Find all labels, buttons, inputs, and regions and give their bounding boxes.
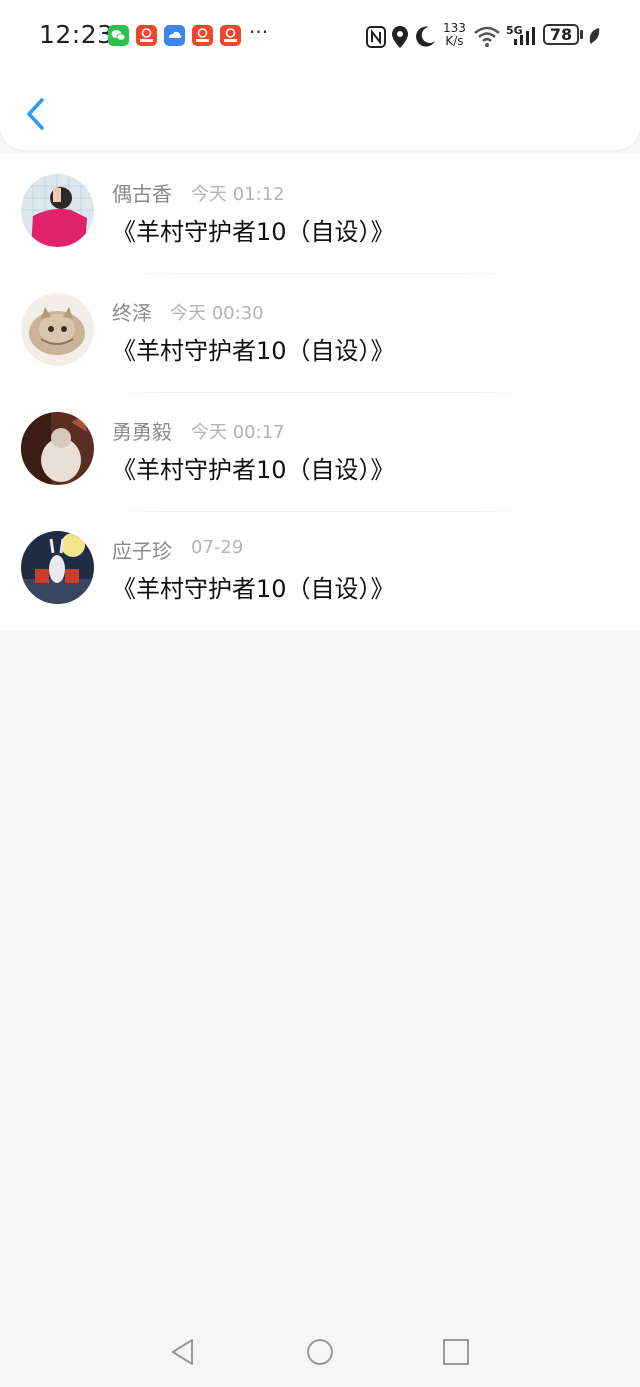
network-speed-unit: K/s xyxy=(445,34,464,48)
moon-icon xyxy=(416,26,435,47)
chevron-left-icon xyxy=(27,98,44,130)
wechat-icon xyxy=(108,25,129,46)
list-item[interactable]: 终泽 今天 00:30 《羊村守护者10（自设）》 xyxy=(0,273,640,392)
reply-time: 07-29 xyxy=(191,537,244,558)
red-app-icon xyxy=(136,25,157,46)
list-item[interactable]: 应子珍 07-29 《羊村守护者10（自设）》 xyxy=(0,511,640,630)
red-app-icon xyxy=(192,25,213,46)
wifi-icon xyxy=(474,26,500,47)
nav-back-button[interactable] xyxy=(168,1337,198,1367)
avatar[interactable] xyxy=(21,174,94,247)
nav-recents-button[interactable] xyxy=(441,1337,471,1367)
status-bar: 12:23 ··· 133 K/s 5G 78 xyxy=(0,0,640,72)
nfc-icon xyxy=(366,26,386,48)
nav-home-button[interactable] xyxy=(305,1337,335,1367)
location-icon xyxy=(392,26,408,48)
status-time: 12:23 xyxy=(39,20,114,49)
leaf-icon xyxy=(589,28,600,44)
battery-indicator: 78 xyxy=(543,24,579,45)
avatar[interactable] xyxy=(21,531,94,604)
cloud-icon xyxy=(164,25,185,46)
triangle-back-icon xyxy=(172,1339,193,1365)
list-item[interactable]: 勇勇毅 今天 00:17 《羊村守护者10（自设）》 xyxy=(0,392,640,511)
signal-icon xyxy=(514,27,535,45)
battery-tip xyxy=(580,30,583,39)
reply-message[interactable]: 《羊村守护者10（自设）》 xyxy=(112,331,395,366)
user-name[interactable]: 终泽 xyxy=(112,297,152,326)
circle-home-icon xyxy=(307,1339,333,1365)
reply-message[interactable]: 《羊村守护者10（自设）》 xyxy=(112,450,395,485)
list-item[interactable]: 偶古香 今天 01:12 《羊村守护者10（自设）》 xyxy=(0,154,640,273)
reply-time: 今天 00:30 xyxy=(170,303,264,324)
avatar[interactable] xyxy=(21,412,94,485)
network-speed: 133 K/s xyxy=(443,22,466,48)
reply-message[interactable]: 《羊村守护者10（自设）》 xyxy=(112,569,395,604)
square-recents-icon xyxy=(443,1339,469,1365)
more-notifications-icon: ··· xyxy=(249,20,269,44)
reply-time: 今天 00:17 xyxy=(191,422,285,443)
reply-list: 偶古香 今天 01:12 《羊村守护者10（自设）》 终泽 今天 00:30 《… xyxy=(0,154,640,630)
user-name[interactable]: 勇勇毅 xyxy=(112,416,172,445)
system-nav-bar xyxy=(0,1317,640,1387)
back-button[interactable] xyxy=(20,94,54,134)
user-name[interactable]: 偶古香 xyxy=(112,178,172,207)
reply-message[interactable]: 《羊村守护者10（自设）》 xyxy=(112,212,395,247)
user-name[interactable]: 应子珍 xyxy=(112,535,172,564)
header-bar xyxy=(0,72,640,150)
avatar[interactable] xyxy=(21,293,94,366)
reply-time: 今天 01:12 xyxy=(191,184,285,205)
red-app-icon xyxy=(220,25,241,46)
